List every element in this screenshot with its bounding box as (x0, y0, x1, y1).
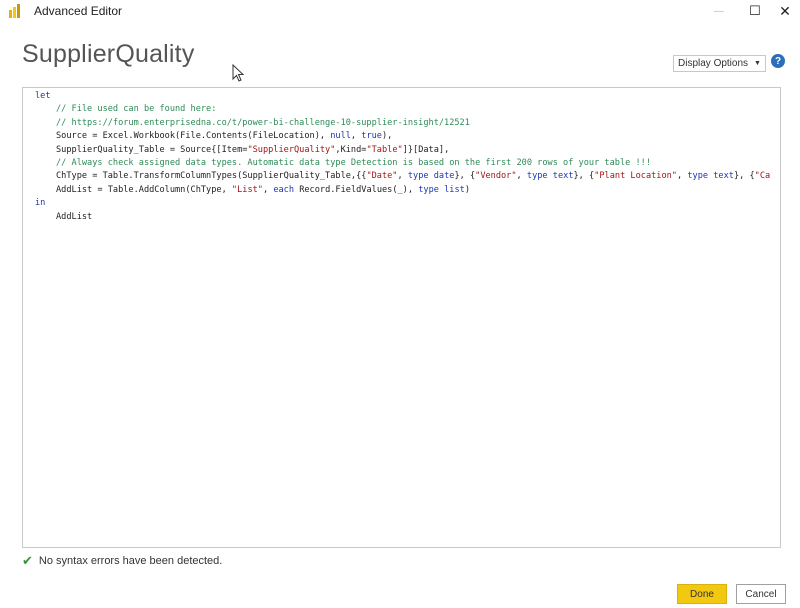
code-token: each (273, 184, 295, 195)
done-button[interactable]: Done (677, 584, 727, 604)
code-token: ,Kind= (335, 144, 367, 155)
close-icon: ✕ (779, 2, 791, 19)
code-token: Record.FieldValues(_), (294, 184, 419, 195)
code-token: , (350, 131, 362, 142)
code-token: true (361, 131, 382, 142)
code-token: type (407, 171, 429, 182)
chevron-down-icon: ▼ (754, 60, 761, 67)
code-token: , (262, 184, 274, 195)
code-token: null (330, 131, 351, 142)
code-token: , (397, 171, 408, 182)
code-token: Source = Excel.Workbook(File.Contents(Fi… (56, 131, 331, 142)
code-token: type (687, 171, 709, 182)
window-title: Advanced Editor (34, 4, 123, 18)
code-token: // Always check assigned data types. Aut… (56, 157, 651, 168)
code-token: AddList = Table.AddColumn(ChType, (56, 184, 232, 195)
display-options-dropdown[interactable]: Display Options ▼ (673, 55, 766, 72)
code-token: type (418, 184, 439, 195)
code-lines: let // File used can be found here: // htt… (35, 90, 770, 224)
code-token: "Date" (366, 171, 398, 182)
code-token: }, { (733, 171, 755, 182)
code-token: type (526, 171, 548, 182)
code-line: // https://forum.enterprisedna.co/t/powe… (35, 117, 770, 130)
minimize-icon: — (714, 5, 724, 17)
code-token: in (35, 198, 46, 209)
code-token: , (677, 171, 688, 182)
code-token: list (444, 184, 465, 195)
syntax-status: ✔ No syntax errors have been detected. (22, 553, 222, 569)
checkmark-icon: ✔ (22, 553, 33, 568)
code-token: ]}[Data], (402, 144, 450, 155)
code-line: let (35, 90, 770, 103)
code-token: "Ca (754, 171, 771, 182)
code-editor[interactable]: let // File used can be found here: // htt… (22, 87, 781, 548)
code-token: text (713, 171, 734, 182)
code-token: ChType = Table.TransformColumnTypes(Supp… (56, 171, 367, 182)
code-token: "List" (231, 184, 263, 195)
code-token: // https://forum.enterprisedna.co/t/powe… (56, 117, 470, 128)
help-icon[interactable]: ? (771, 54, 785, 68)
code-token: SupplierQuality_Table = Source{[Item= (56, 144, 248, 155)
close-button[interactable]: ✕ (766, 0, 800, 22)
code-line: ChType = Table.TransformColumnTypes(Supp… (35, 170, 770, 183)
code-token: , (516, 171, 527, 182)
code-token: AddList (56, 211, 93, 222)
code-token: ), (381, 131, 393, 142)
code-line: in (35, 197, 770, 210)
code-line: AddList (35, 211, 770, 224)
syntax-status-message: No syntax errors have been detected. (38, 555, 223, 567)
code-token: // File used can be found here: (56, 104, 217, 115)
powerbi-logo-icon (9, 4, 21, 18)
query-name-title: SupplierQuality (22, 40, 195, 68)
code-token: }, { (573, 171, 595, 182)
maximize-icon: ☐ (749, 3, 761, 18)
code-line: // File used can be found here: (35, 103, 770, 116)
minimize-button[interactable]: — (700, 0, 738, 22)
code-token: "SupplierQuality" (247, 144, 336, 155)
cancel-button[interactable]: Cancel (736, 584, 786, 604)
code-line: // Always check assigned data types. Aut… (35, 157, 770, 170)
mouse-pointer-icon (232, 63, 245, 87)
code-token: }, { (454, 171, 476, 182)
code-line: AddList = Table.AddColumn(ChType, "List"… (35, 184, 770, 197)
code-line: Source = Excel.Workbook(File.Contents(Fi… (35, 130, 770, 143)
title-bar: Advanced Editor — ☐ ✕ (0, 0, 800, 22)
code-token: ) (464, 184, 470, 195)
display-options-label: Display Options (678, 58, 749, 69)
code-token: text (552, 171, 574, 182)
code-token: "Plant Location" (594, 171, 677, 182)
code-line: SupplierQuality_Table = Source{[Item="Su… (35, 144, 770, 157)
code-token: "Vendor" (475, 171, 517, 182)
code-token: let (35, 91, 51, 101)
code-token: date (433, 171, 455, 182)
code-token: "Table" (366, 144, 403, 155)
